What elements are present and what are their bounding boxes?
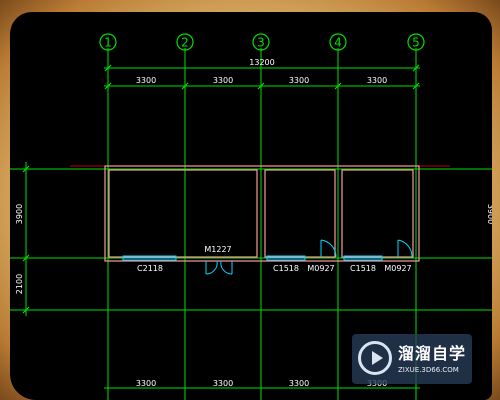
red-grid-lines	[70, 152, 450, 342]
decorative-frame: 1 2 3 4 5 13200 3300 3300 3300 3300 3300…	[0, 0, 500, 400]
top-span-1: 3300	[136, 76, 156, 85]
label-window-c2118: C2118	[137, 264, 163, 273]
label-door-m0927-1: M0927	[307, 264, 334, 273]
axis-label-1: 1	[104, 36, 112, 50]
right-dim: 3900	[486, 204, 492, 224]
axis-label-4: 4	[334, 36, 342, 50]
left-dim-1: 3900	[15, 204, 24, 224]
bottom-span-1: 3300	[136, 379, 156, 388]
left-dim-2: 2100	[15, 274, 24, 294]
axis-label-3: 3	[257, 36, 265, 50]
watermark-title: 溜溜自学	[398, 344, 467, 363]
bottom-span-3: 3300	[289, 379, 309, 388]
watermark-url: ZIXUE.3D66.COM	[398, 366, 459, 374]
top-span-4: 3300	[367, 76, 387, 85]
label-door-m1227: M1227	[204, 245, 231, 254]
axis-label-2: 2	[181, 36, 189, 50]
total-dimension: 13200	[249, 58, 274, 67]
axis-labels: 1 2 3 4 5	[104, 36, 420, 50]
axis-label-5: 5	[412, 36, 420, 50]
element-labels: C2118 M1227 C1518 M0927 C1518 M0927	[137, 245, 412, 273]
label-window-c1518-2: C1518	[350, 264, 376, 273]
door-m0927-1	[320, 239, 337, 258]
door-m1227	[205, 260, 233, 275]
bottom-span-2: 3300	[213, 379, 233, 388]
watermark-badge: 溜溜自学 ZIXUE.3D66.COM	[352, 334, 472, 384]
dimension-ticks	[22, 64, 420, 314]
play-logo-icon	[358, 341, 392, 375]
play-triangle-icon	[372, 351, 383, 365]
label-door-m0927-2: M0927	[384, 264, 411, 273]
top-span-3: 3300	[289, 76, 309, 85]
top-span-2: 3300	[213, 76, 233, 85]
door-m0927-2	[397, 239, 413, 258]
label-window-c1518-1: C1518	[273, 264, 299, 273]
walls	[104, 165, 420, 262]
